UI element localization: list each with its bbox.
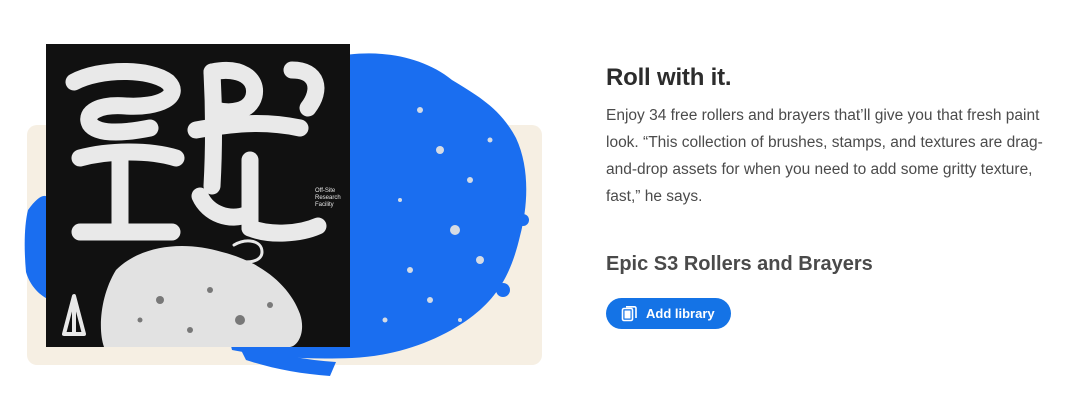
feature-copy: Roll with it. Enjoy 34 free rollers and …	[606, 58, 1056, 210]
add-library-label: Add library	[646, 306, 715, 321]
feature-heading: Roll with it.	[606, 64, 732, 91]
library-add-icon	[620, 305, 638, 323]
add-library-button[interactable]: Add library	[606, 298, 731, 329]
feature-image: Off-Site Research Facility	[0, 0, 580, 408]
feature-description: Enjoy 34 free rollers and brayers that’l…	[606, 107, 1043, 205]
feature-section: Off-Site Research Facility Roll with it.…	[0, 0, 1085, 408]
library-title: Epic S3 Rollers and Brayers	[606, 253, 873, 275]
poster-credit-text: Off-Site Research Facility	[315, 188, 341, 208]
poster-artwork	[24, 44, 542, 376]
